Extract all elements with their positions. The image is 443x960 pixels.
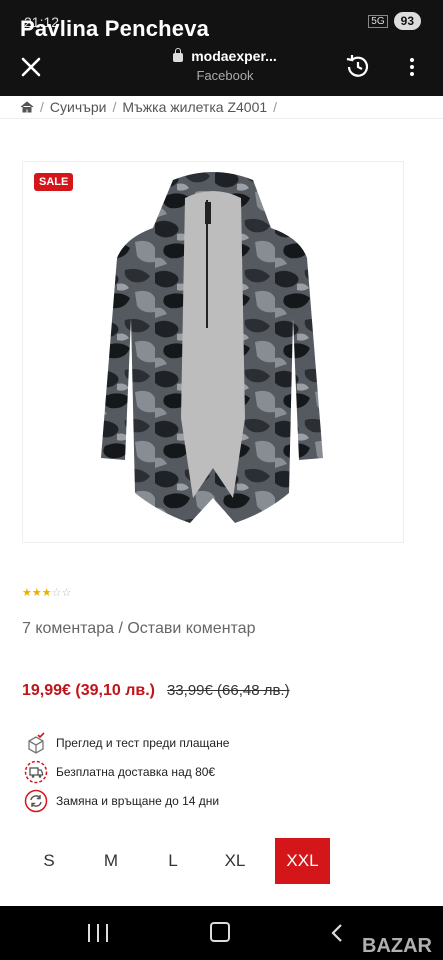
home-icon[interactable] [20, 101, 34, 113]
comments-separator: / [114, 620, 128, 637]
rating-stars: ★★★☆☆ [22, 586, 71, 599]
feature-text: Безплатна доставка над 80€ [56, 764, 216, 779]
svg-text:BAZAR: BAZAR [362, 935, 433, 957]
more-options-button[interactable] [400, 52, 424, 82]
size-selector: S M L XL XXL [18, 838, 438, 884]
star-empty-icon: ☆ [51, 587, 62, 599]
feature-item: Замяна и връщане до 14 дни [24, 786, 229, 815]
back-chevron-icon [331, 924, 342, 942]
size-option-xl[interactable]: XL [204, 838, 266, 884]
leave-comment-link[interactable]: Остави коментар [127, 620, 255, 637]
features-list: Преглед и тест преди плащане Безплатна д… [24, 728, 229, 815]
lock-icon [173, 47, 184, 62]
close-button[interactable] [14, 52, 48, 82]
status-icons: 5G 93 [368, 12, 421, 30]
url-source: Facebook [196, 68, 254, 83]
story-author-name: Pavlina Pencheva [20, 16, 210, 41]
history-icon [346, 55, 369, 77]
battery-indicator: 93 [393, 12, 421, 30]
star-filled-icon: ★ [41, 587, 52, 599]
sale-badge: SALE [34, 173, 74, 191]
divider [0, 118, 443, 119]
old-price: 33,99€ (66,48 лв.) [166, 682, 290, 699]
breadcrumb-item-product[interactable]: Мъжка жилетка Z4001 [122, 99, 267, 115]
comments-link[interactable]: 7 коментара [22, 620, 114, 637]
breadcrumb: / Суичъри / Мъжка жилетка Z4001 / [20, 96, 277, 118]
close-icon [21, 57, 41, 77]
feature-text: Замяна и връщане до 14 дни [56, 793, 220, 808]
breadcrumb-separator: / [112, 99, 117, 115]
exchange-arrows-icon [24, 789, 48, 813]
size-option-l[interactable]: L [142, 838, 204, 884]
more-vert-icon [410, 58, 414, 76]
size-option-m[interactable]: M [80, 838, 142, 884]
feature-item: Преглед и тест преди плащане [24, 728, 229, 757]
breadcrumb-separator: / [273, 99, 278, 115]
feature-item: Безплатна доставка над 80€ [24, 757, 229, 786]
comments-row: 7 коментара / Остави коментар [22, 620, 255, 638]
home-button[interactable] [210, 922, 230, 942]
star-filled-icon: ★ [31, 587, 42, 599]
breadcrumb-separator: / [40, 99, 44, 115]
back-button[interactable] [330, 923, 344, 949]
signal-indicator: 5G [368, 14, 388, 28]
recent-apps-button[interactable] [88, 924, 108, 942]
star-filled-icon: ★ [22, 587, 32, 599]
size-option-s[interactable]: S [18, 838, 80, 884]
url-display[interactable]: modaexper... Facebook [150, 47, 300, 83]
product-page: / Суичъри / Мъжка жилетка Z4001 / SALE ★… [0, 96, 443, 906]
url-text: modaexper... [191, 48, 277, 64]
breadcrumb-item-category[interactable]: Суичъри [50, 99, 107, 115]
current-price: 19,99€ (39,10 лв.) [22, 682, 155, 699]
browser-top-bar: 21:12 Pavlina Pencheva 5G 93 modaexper..… [0, 0, 443, 96]
star-empty-icon: ☆ [61, 587, 72, 599]
history-button[interactable] [340, 52, 376, 82]
feature-text: Преглед и тест преди плащане [56, 735, 230, 750]
delivery-truck-icon [24, 760, 48, 784]
price-row: 19,99€ (39,10 лв.) 33,99€ (66,48 лв.) [22, 682, 290, 700]
size-option-xxl-selected[interactable]: XXL [275, 838, 330, 884]
bazar-watermark-logo: BAZAR [362, 935, 433, 957]
product-image[interactable] [95, 168, 330, 540]
box-check-icon [24, 731, 48, 755]
